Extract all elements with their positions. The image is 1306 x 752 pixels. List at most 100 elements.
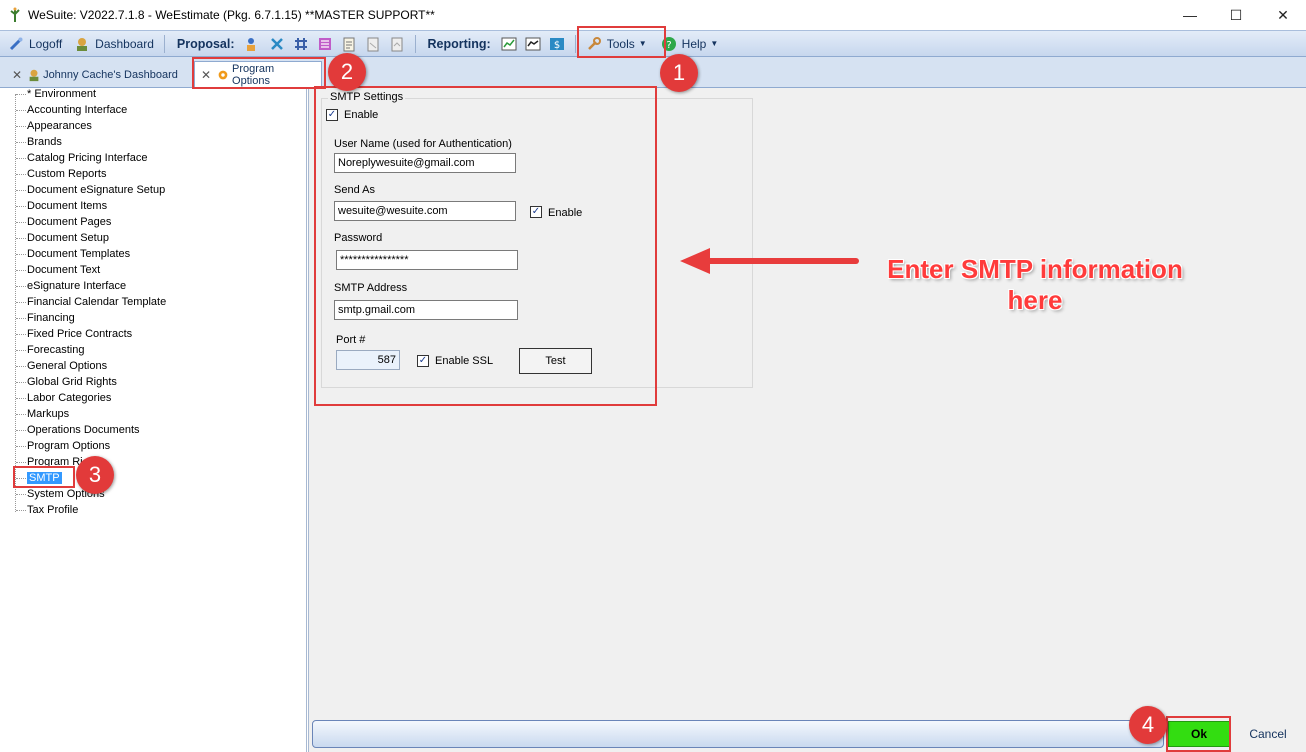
toolbar-separator <box>414 34 416 53</box>
tree-item-document-esignature-setup[interactable]: Document eSignature Setup <box>16 182 165 198</box>
enable-ssl-checkbox[interactable]: ✓ <box>417 355 429 367</box>
logoff-icon <box>9 37 23 50</box>
username-input[interactable]: Noreplywesuite@gmail.com <box>334 153 516 173</box>
proposal-list-icon[interactable] <box>317 36 333 52</box>
report-line-chart-icon[interactable] <box>501 36 517 52</box>
minimize-button[interactable]: — <box>1167 0 1213 30</box>
maximize-button[interactable]: ☐ <box>1213 0 1259 30</box>
annotation-step-3: 3 <box>76 456 114 494</box>
tree-item-document-text[interactable]: Document Text <box>16 262 100 278</box>
title-bar: WeSuite: V2022.7.1.8 - WeEstimate (Pkg. … <box>0 0 1306 30</box>
tree-item-program-rights[interactable]: Program Ri <box>16 454 83 470</box>
smtp-address-label: SMTP Address <box>334 282 408 294</box>
callout-line-1: Enter SMTP information <box>887 254 1183 284</box>
close-window-button[interactable]: ✕ <box>1260 0 1306 30</box>
send-as-enable-label: Enable <box>548 207 583 219</box>
help-menu[interactable]: ? Help ▼ <box>657 33 723 55</box>
tree-item-general-options[interactable]: General Options <box>16 358 107 374</box>
tree-item-fixed-price-contracts[interactable]: Fixed Price Contracts <box>16 326 132 342</box>
tree-item-document-pages[interactable]: Document Pages <box>16 214 111 230</box>
ok-button[interactable]: Ok <box>1168 721 1230 747</box>
port-label: Port # <box>336 334 366 346</box>
tree-item-program-options[interactable]: Program Options <box>16 438 110 454</box>
tree-item-accounting-interface[interactable]: Accounting Interface <box>16 102 127 118</box>
group-title: SMTP Settings <box>328 91 406 103</box>
close-icon[interactable]: ✕ <box>12 68 22 82</box>
tree-item-smtp[interactable]: SMTP <box>16 470 63 486</box>
cancel-button[interactable]: Cancel <box>1242 721 1294 747</box>
tree-item-brands[interactable]: Brands <box>16 134 62 150</box>
tree-item-global-grid-rights[interactable]: Global Grid Rights <box>16 374 117 390</box>
toolbar-separator <box>163 34 165 53</box>
chevron-down-icon: ▼ <box>638 39 647 48</box>
gear-icon <box>218 70 228 80</box>
send-as-input[interactable]: wesuite@wesuite.com <box>334 201 516 221</box>
tab-program-options[interactable]: ✕ Program Options <box>194 61 322 88</box>
tree-item-document-setup[interactable]: Document Setup <box>16 230 109 246</box>
toolbar-separator <box>574 34 576 53</box>
svg-text:$: $ <box>554 40 560 51</box>
tree-item-financing[interactable]: Financing <box>16 310 75 326</box>
proposal-people-icon[interactable] <box>245 36 261 52</box>
proposal-grid-icon[interactable] <box>293 36 309 52</box>
dashboard-icon <box>29 69 39 81</box>
tree-item-labor-categories[interactable]: Labor Categories <box>16 390 111 406</box>
dashboard-label: Dashboard <box>95 36 154 51</box>
smtp-enable-checkbox[interactable]: ✓ <box>326 109 338 121</box>
tab-label: Johnny Cache's Dashboard <box>43 68 178 81</box>
tree-item-forecasting[interactable]: Forecasting <box>16 342 84 358</box>
tools-menu[interactable]: Tools ▼ <box>582 33 651 55</box>
svg-text:?: ? <box>666 40 671 51</box>
smtp-address-input[interactable]: smtp.gmail.com <box>334 300 518 320</box>
send-as-label: Send As <box>334 184 375 196</box>
close-icon[interactable]: ✕ <box>201 68 211 82</box>
wesuite-logo-icon <box>10 7 20 22</box>
dashboard-button[interactable]: Dashboard <box>70 33 158 55</box>
annotation-step-1: 1 <box>660 54 698 92</box>
options-content-panel: SMTP Settings ✓ Enable User Name (used f… <box>308 88 1306 752</box>
tree-item-document-items[interactable]: Document Items <box>16 198 107 214</box>
tree-item-catalog-pricing-interface[interactable]: Catalog Pricing Interface <box>16 150 147 166</box>
send-as-enable-checkbox[interactable]: ✓ <box>530 206 542 218</box>
footer-panel <box>312 720 1164 748</box>
password-label: Password <box>334 232 383 244</box>
tree-item-markups[interactable]: Markups <box>16 406 69 422</box>
username-label: User Name (used for Authentication) <box>334 138 512 150</box>
chevron-down-icon: ▼ <box>710 39 719 48</box>
port-input[interactable]: 587 <box>336 350 400 370</box>
tree-item-environment[interactable]: * Environment <box>16 86 96 102</box>
smtp-settings-group: SMTP Settings ✓ Enable User Name (used f… <box>321 91 753 388</box>
proposal-label: Proposal: <box>176 36 235 51</box>
tab-dashboard[interactable]: ✕ Johnny Cache's Dashboard <box>6 61 184 88</box>
tree-item-tax-profile[interactable]: Tax Profile <box>16 502 78 518</box>
proposal-page-icon[interactable] <box>389 36 405 52</box>
document-tab-strip: ✕ Johnny Cache's Dashboard ✕ Program Opt… <box>0 57 1306 88</box>
tools-label: Tools <box>606 36 635 51</box>
tree-item-esignature-interface[interactable]: eSignature Interface <box>16 278 126 294</box>
password-input[interactable]: **************** <box>336 250 518 270</box>
annotation-step-4: 4 <box>1129 706 1167 744</box>
tree-item-operations-documents[interactable]: Operations Documents <box>16 422 140 438</box>
tree-item-document-templates[interactable]: Document Templates <box>16 246 130 262</box>
help-icon: ? <box>661 36 676 51</box>
tree-item-financial-calendar-template[interactable]: Financial Calendar Template <box>16 294 166 310</box>
annotation-step-2: 2 <box>328 53 366 91</box>
test-button[interactable]: Test <box>519 348 592 374</box>
proposal-document-icon[interactable] <box>365 36 381 52</box>
logoff-button[interactable]: Logoff <box>4 33 66 55</box>
report-trend-chart-icon[interactable] <box>525 36 541 52</box>
proposal-clipboard-icon[interactable] <box>341 36 357 52</box>
tree-item-appearances[interactable]: Appearances <box>16 118 92 134</box>
report-money-icon[interactable]: $ <box>549 36 565 52</box>
proposal-tools-icon[interactable] <box>269 36 285 52</box>
wrench-icon <box>587 36 601 50</box>
reporting-label: Reporting: <box>427 36 491 51</box>
annotation-arrow-icon <box>680 248 859 274</box>
help-label: Help <box>681 36 707 51</box>
smtp-enable-label: Enable <box>344 109 379 121</box>
dashboard-icon <box>77 37 88 51</box>
enable-ssl-label: Enable SSL <box>435 355 494 367</box>
tree-item-custom-reports[interactable]: Custom Reports <box>16 166 106 182</box>
tab-label: Program Options <box>232 63 275 87</box>
callout-line-2: here <box>1007 285 1063 315</box>
